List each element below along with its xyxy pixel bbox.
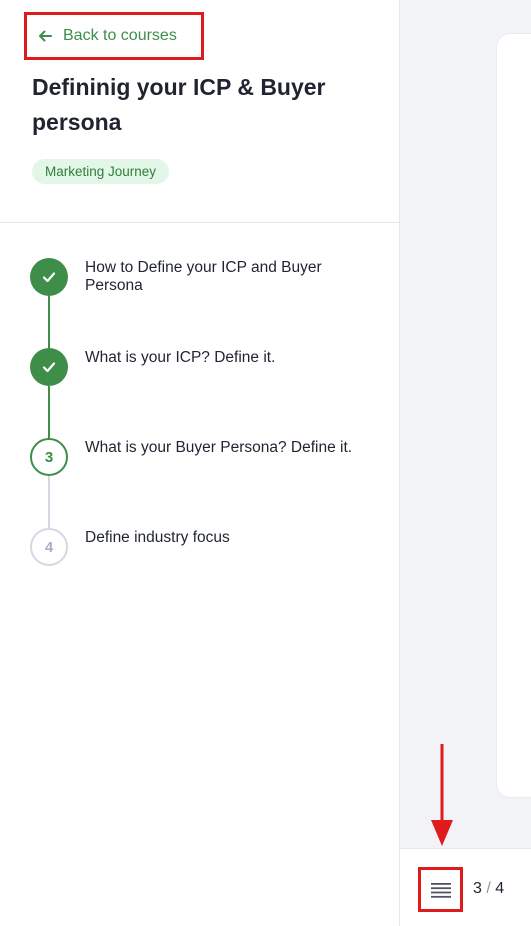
step-connector bbox=[48, 296, 50, 349]
check-icon bbox=[42, 362, 56, 373]
hamburger-menu-icon bbox=[430, 882, 451, 898]
step-completed-circle bbox=[30, 258, 68, 296]
arrow-left-icon bbox=[37, 28, 53, 44]
back-to-courses-link[interactable]: Back to courses bbox=[24, 12, 204, 60]
lesson-content-card bbox=[496, 33, 531, 798]
lesson-menu-button[interactable] bbox=[418, 867, 463, 912]
step-connector bbox=[48, 386, 50, 439]
course-title: Defininig your ICP & Buyer persona bbox=[32, 74, 326, 135]
back-link-label: Back to courses bbox=[63, 27, 177, 44]
step-number-circle: 3 bbox=[30, 438, 68, 476]
sidebar-divider bbox=[0, 222, 400, 223]
current-page: 3 bbox=[473, 880, 482, 897]
step-number-circle: 4 bbox=[30, 528, 68, 566]
step-label: Define industry focus bbox=[85, 529, 230, 546]
course-category-badge: Marketing Journey bbox=[32, 159, 170, 184]
page-indicator: 3 / 4 bbox=[473, 880, 504, 898]
step-label: How to Define your ICP and Buyer Persona bbox=[85, 259, 322, 294]
step-connector bbox=[48, 476, 50, 529]
step-label: What is your ICP? Define it. bbox=[85, 349, 276, 366]
step-label: What is your Buyer Persona? Define it. bbox=[85, 439, 353, 456]
check-icon bbox=[42, 272, 56, 283]
page-separator: / bbox=[486, 880, 491, 897]
total-pages: 4 bbox=[495, 880, 505, 897]
annotation-arrow-icon bbox=[431, 744, 453, 846]
step-completed-circle bbox=[30, 348, 68, 386]
